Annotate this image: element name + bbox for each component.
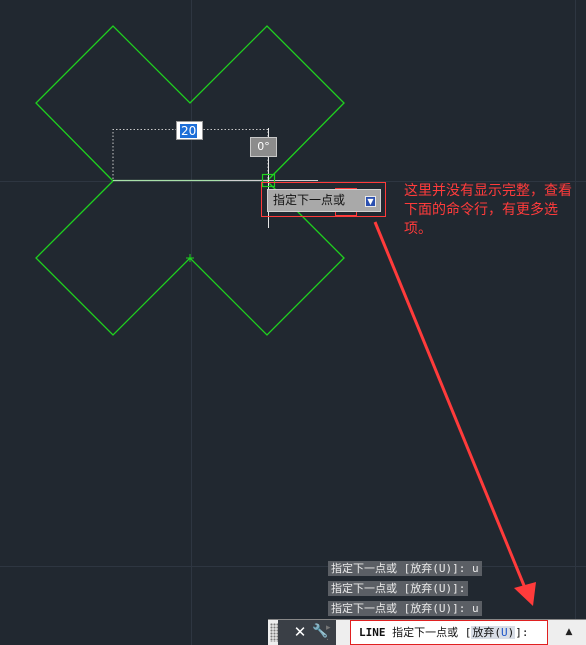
- angle-tooltip: 0°: [250, 137, 277, 157]
- prompt-tooltip-text: 指定下一点或: [273, 193, 346, 207]
- option-undo-close: ): [507, 626, 515, 639]
- history-line: 指定下一点或 [放弃(U)]: u: [328, 601, 482, 616]
- distance-input[interactable]: 20: [176, 121, 203, 140]
- annotation-marks: [261, 182, 527, 589]
- recent-commands-icon[interactable]: ▸.: [326, 623, 334, 643]
- close-icon[interactable]: ✕: [292, 623, 308, 641]
- option-undo-label: 放弃(: [472, 626, 501, 639]
- history-line: 指定下一点或 [放弃(U)]:: [328, 581, 469, 596]
- command-bar: ✕ 🔧 ▸. LINE 指定下一点或 [放弃(U)]: ▲: [268, 619, 586, 645]
- grid: [0, 0, 586, 645]
- option-undo-key: U: [501, 626, 508, 639]
- caret-up-icon[interactable]: ▲: [562, 623, 576, 642]
- history-line: 指定下一点或 [放弃(U)]: u: [328, 561, 482, 576]
- command-line-input[interactable]: LINE 指定下一点或 [放弃(U)]:: [350, 620, 548, 645]
- drawing-canvas[interactable]: [0, 0, 586, 645]
- option-undo[interactable]: 放弃(U): [471, 626, 516, 639]
- drag-handle-icon[interactable]: [270, 623, 278, 642]
- bracket-close: ]:: [515, 626, 529, 639]
- command-prompt: 指定下一点或: [392, 626, 459, 639]
- command-name: LINE: [359, 626, 386, 639]
- annotation-note: 这里并没有显示完整，查看下面的命令行，有更多选项。: [404, 183, 572, 237]
- annotation-arrowhead: [514, 582, 536, 606]
- arrow-down-icon[interactable]: ▼: [365, 196, 376, 207]
- distance-value[interactable]: 20: [180, 124, 198, 138]
- prompt-tooltip[interactable]: 指定下一点或 ▼: [267, 189, 381, 212]
